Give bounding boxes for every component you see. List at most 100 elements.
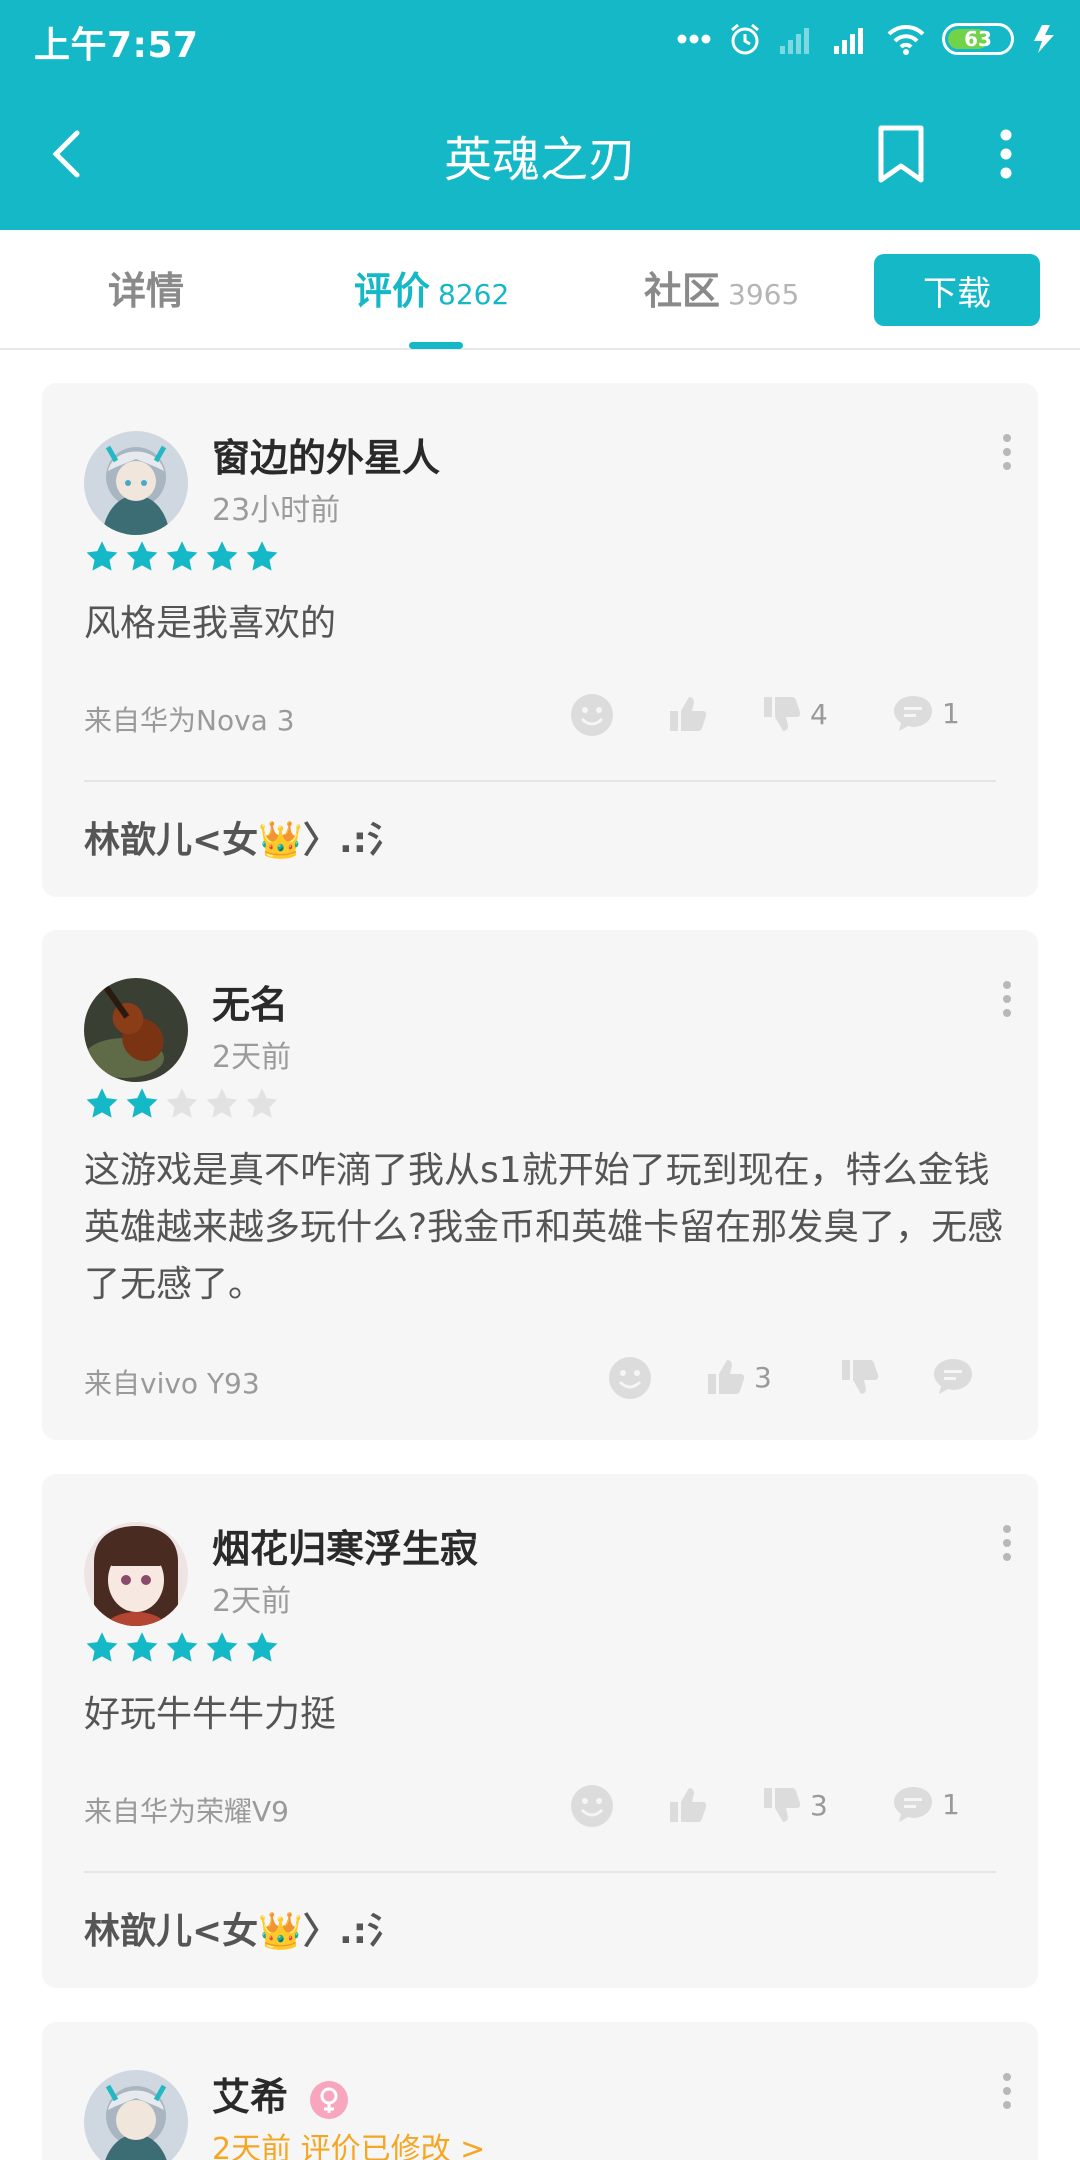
comment-icon xyxy=(934,1359,972,1394)
review-more-button[interactable] xyxy=(992,1522,1022,1572)
signal-weak-icon xyxy=(780,28,809,54)
divider xyxy=(84,1871,996,1873)
username[interactable]: 烟花归寒浮生寂 xyxy=(212,1518,478,1573)
comment-count: 1 xyxy=(942,1787,960,1821)
avatar[interactable] xyxy=(84,431,188,535)
dislike-count: 4 xyxy=(810,697,828,731)
star-filled-icon xyxy=(166,541,198,571)
review-more-button[interactable] xyxy=(992,2070,1022,2120)
status-icons: 63 xyxy=(676,18,1058,60)
review-card: 无名 2天前 这游戏是真不咋滴了我从s1就开始了玩到现在，特么金钱英雄越来越多玩… xyxy=(42,930,1038,1440)
thumbs-down-icon xyxy=(842,1360,879,1394)
star-filled-icon xyxy=(166,1632,198,1662)
review-text: 这游戏是真不咋滴了我从s1就开始了玩到现在，特么金钱英雄越来越多玩什么?我金币和… xyxy=(84,1150,1004,1305)
dislike-count: 3 xyxy=(810,1788,828,1822)
star-filled-icon xyxy=(86,1088,118,1118)
review-more-button[interactable] xyxy=(992,431,1022,481)
tab-bar: 详情 评价 8262 社区 3965 下载 xyxy=(0,230,1080,350)
thumbs-up-icon xyxy=(708,1360,745,1394)
star-filled-icon xyxy=(86,1632,118,1662)
female-badge-icon xyxy=(310,2080,349,2119)
tab-indicator xyxy=(409,342,463,349)
tab-label: 社区 xyxy=(644,269,721,313)
star-filled-icon xyxy=(126,1632,158,1662)
status-time: 上午7:57 xyxy=(34,25,199,66)
emoji-reaction-button[interactable] xyxy=(570,1784,614,1828)
star-filled-icon xyxy=(206,1632,238,1662)
review-time: 2天前 xyxy=(212,1040,292,1075)
star-empty-icon xyxy=(206,1088,238,1118)
wifi-icon xyxy=(887,24,925,55)
charging-icon xyxy=(1034,25,1054,53)
star-empty-icon xyxy=(246,1088,278,1118)
tab-community[interactable]: 社区 3965 xyxy=(644,260,799,315)
device-info: 来自华为Nova 3 xyxy=(84,704,295,737)
rating-stars xyxy=(84,1086,280,1122)
battery-level: 63 xyxy=(964,27,992,51)
thumbs-up-icon xyxy=(670,697,707,731)
username[interactable]: 艾希 xyxy=(212,2066,349,2121)
avatar[interactable] xyxy=(84,1522,188,1626)
status-bar: 上午7:57 63 xyxy=(0,0,1080,80)
review-card: 艾希 2天前 评价已修改 > xyxy=(42,2022,1038,2160)
avatar[interactable] xyxy=(84,2070,188,2160)
star-filled-icon xyxy=(86,541,118,571)
reply-preview[interactable]: 林歆儿<女👑〉.:氵 xyxy=(84,1902,403,1954)
tab-label: 详情 xyxy=(108,269,185,313)
more-vertical-icon xyxy=(1003,981,1011,1017)
review-time[interactable]: 2天前 评价已修改 > xyxy=(212,2124,485,2160)
review-card: 窗边的外星人 23小时前 风格是我喜欢的 来自华为Nova 3 4 1 林歆儿<… xyxy=(42,383,1038,897)
comment-icon xyxy=(894,696,932,731)
battery-icon: 63 xyxy=(942,23,1014,55)
comment-button[interactable]: 1 xyxy=(892,693,960,733)
comment-button[interactable]: 1 xyxy=(892,1784,960,1824)
review-more-button[interactable] xyxy=(992,978,1022,1028)
like-button[interactable] xyxy=(666,1784,708,1826)
review-text: 风格是我喜欢的 xyxy=(84,603,337,644)
device-info: 来自华为荣耀V9 xyxy=(84,1795,289,1828)
comment-button[interactable] xyxy=(932,1356,974,1396)
tab-label: 评价 xyxy=(354,269,431,313)
comment-icon xyxy=(894,1787,932,1822)
rating-stars xyxy=(84,539,280,575)
star-empty-icon xyxy=(166,1088,198,1118)
smiley-icon xyxy=(571,1785,613,1827)
star-filled-icon xyxy=(246,1632,278,1662)
tab-count: 3965 xyxy=(728,278,800,311)
emoji-reaction-button[interactable] xyxy=(608,1356,652,1400)
like-button[interactable] xyxy=(666,693,708,735)
rating-stars xyxy=(84,1630,280,1666)
emoji-reaction-button[interactable] xyxy=(570,693,614,737)
smiley-icon xyxy=(571,694,613,736)
tab-count: 8262 xyxy=(438,278,510,311)
star-filled-icon xyxy=(126,1088,158,1118)
dislike-button[interactable]: 3 xyxy=(760,1784,828,1826)
like-count: 3 xyxy=(754,1360,772,1394)
more-options-button[interactable] xyxy=(976,116,1036,192)
tab-details[interactable]: 详情 xyxy=(108,260,184,315)
thumbs-up-icon xyxy=(670,1788,707,1822)
dislike-button[interactable] xyxy=(838,1356,880,1398)
more-vertical-icon xyxy=(1003,2073,1011,2109)
divider xyxy=(84,780,996,782)
username[interactable]: 无名 xyxy=(212,974,288,1029)
comment-count: 1 xyxy=(942,696,960,730)
username-text: 艾希 xyxy=(212,2075,289,2119)
tab-reviews[interactable]: 评价 8262 xyxy=(354,260,509,315)
signal-icon xyxy=(834,28,863,54)
avatar[interactable] xyxy=(84,978,188,1082)
reply-preview[interactable]: 林歆儿<女👑〉.:氵 xyxy=(84,811,403,863)
username[interactable]: 窗边的外星人 xyxy=(212,427,440,482)
review-text: 好玩牛牛牛力挺 xyxy=(84,1694,337,1735)
review-time: 23小时前 xyxy=(212,493,341,528)
download-button[interactable]: 下载 xyxy=(874,254,1040,326)
bookmark-button[interactable] xyxy=(866,116,936,192)
star-filled-icon xyxy=(126,541,158,571)
app-bar: 英魂之刃 xyxy=(0,80,1080,230)
thumbs-down-icon xyxy=(764,697,801,731)
star-filled-icon xyxy=(246,541,278,571)
more-vertical-icon xyxy=(1003,1525,1011,1561)
more-notifications-icon xyxy=(677,34,711,44)
like-button[interactable]: 3 xyxy=(704,1356,772,1398)
dislike-button[interactable]: 4 xyxy=(760,693,828,735)
